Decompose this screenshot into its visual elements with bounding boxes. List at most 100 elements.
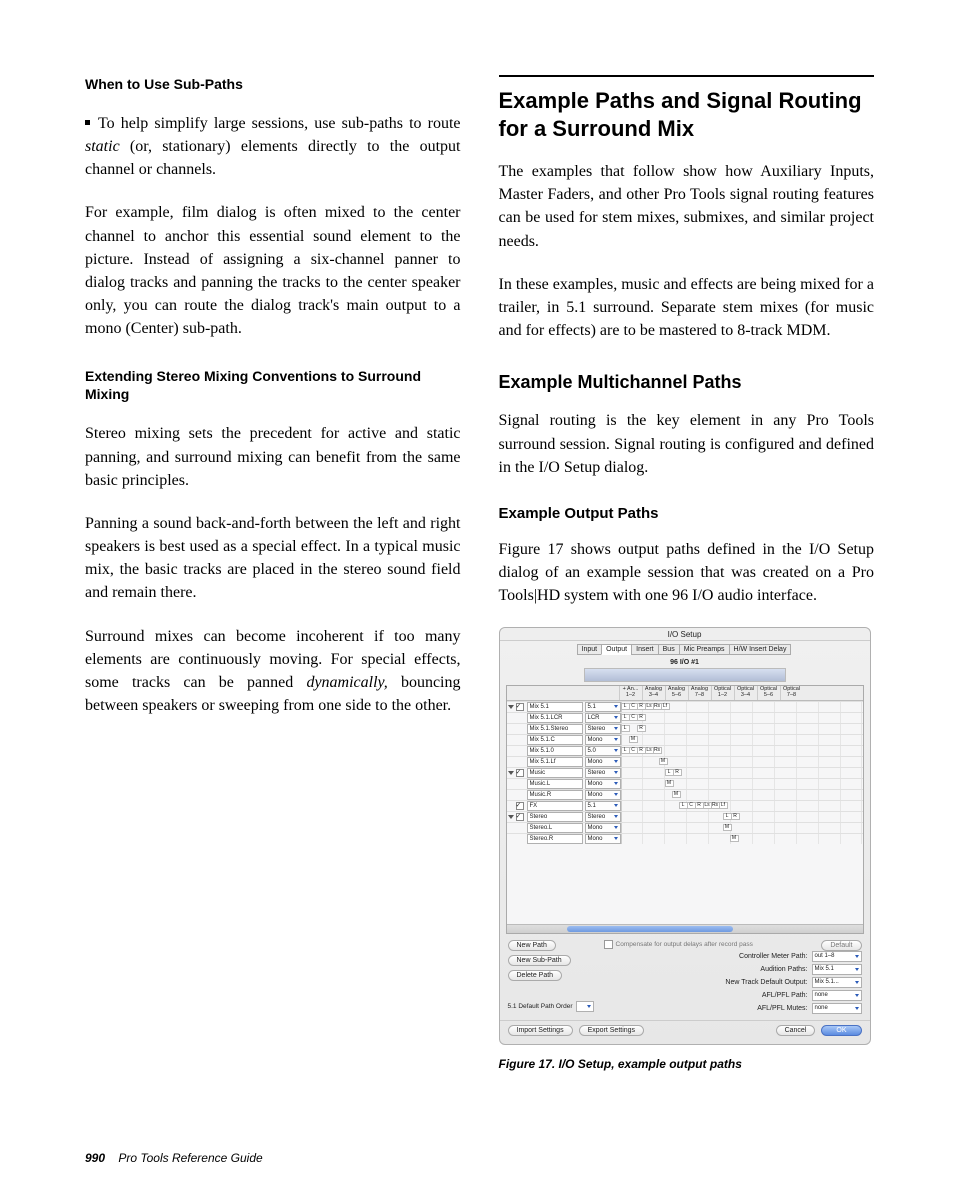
path-row[interactable]: Mix 5.1.LfMono M bbox=[507, 756, 863, 767]
options-area: New Path New Sub-Path Delete Path 5.1 Defa… bbox=[500, 934, 870, 1020]
path-row[interactable]: Music.LMono M bbox=[507, 778, 863, 789]
caret-down-icon bbox=[855, 968, 859, 971]
path-name-field[interactable]: Mix 5.1.Lf bbox=[527, 757, 583, 767]
path-name-field[interactable]: Stereo.L bbox=[527, 823, 583, 833]
path-row[interactable]: Stereo.RMono M bbox=[507, 833, 863, 844]
channel-cell[interactable]: M bbox=[672, 791, 681, 798]
cancel-button[interactable]: Cancel bbox=[776, 1025, 816, 1036]
path-name-field[interactable]: Music.R bbox=[527, 790, 583, 800]
path-name-field[interactable]: Mix 5.1.LCR bbox=[527, 713, 583, 723]
option-select[interactable]: Mix 5.1 bbox=[812, 964, 862, 975]
compensate-checkbox-row: Compensate for output delays after recor… bbox=[604, 940, 862, 949]
disclosure-triangle-icon[interactable] bbox=[508, 705, 514, 709]
path-name-field[interactable]: Music bbox=[527, 768, 583, 778]
column-header: + An...1–2 bbox=[619, 686, 642, 700]
disclosure-triangle-icon[interactable] bbox=[508, 815, 514, 819]
channel-cell[interactable]: M bbox=[723, 824, 732, 831]
channel-cell[interactable]: R bbox=[637, 714, 646, 721]
format-select[interactable]: Stereo bbox=[585, 768, 621, 778]
format-select[interactable]: LCR bbox=[585, 713, 621, 723]
format-select[interactable]: 5.1 bbox=[585, 801, 621, 811]
delete-path-button[interactable]: Delete Path bbox=[508, 970, 563, 981]
horizontal-scrollbar[interactable] bbox=[507, 924, 863, 933]
tab-input[interactable]: Input bbox=[577, 644, 603, 655]
tab-insert[interactable]: Insert bbox=[631, 644, 659, 655]
format-select[interactable]: Stereo bbox=[585, 812, 621, 822]
disclosure-triangle-icon[interactable] bbox=[508, 771, 514, 775]
path-row[interactable]: Mix 5.1.05.0LCRLsRs bbox=[507, 745, 863, 756]
default-path-order-label: 5.1 Default Path Order bbox=[508, 1003, 573, 1010]
path-row[interactable]: Mix 5.1.CMono M bbox=[507, 734, 863, 745]
format-select[interactable]: 5.0 bbox=[585, 746, 621, 756]
checkbox-icon[interactable] bbox=[516, 769, 524, 777]
new-path-button[interactable]: New Path bbox=[508, 940, 556, 951]
path-row[interactable]: Mix 5.15.1LCRLsRsLf bbox=[507, 701, 863, 712]
checkbox-icon[interactable] bbox=[516, 802, 524, 810]
path-name-field[interactable]: Stereo.R bbox=[527, 834, 583, 844]
option-select[interactable]: none bbox=[812, 1003, 862, 1014]
format-select[interactable]: 5.1 bbox=[585, 702, 621, 712]
path-name-field[interactable]: Mix 5.1.Stereo bbox=[527, 724, 583, 734]
import-settings-button[interactable]: Import Settings bbox=[508, 1025, 573, 1036]
tab-mic-preamps[interactable]: Mic Preamps bbox=[679, 644, 730, 655]
format-select[interactable]: Mono bbox=[585, 790, 621, 800]
channel-cell[interactable]: R bbox=[673, 769, 682, 776]
heading-extending-stereo: Extending Stereo Mixing Conventions to S… bbox=[85, 367, 461, 405]
channel-cell[interactable]: M bbox=[665, 780, 674, 787]
channel-cell[interactable]: M bbox=[659, 758, 668, 765]
path-name-field[interactable]: Music.L bbox=[527, 779, 583, 789]
paragraph: Signal routing is the key element in any… bbox=[499, 409, 875, 479]
left-buttons: New Path New Sub-Path Delete Path 5.1 Defa… bbox=[508, 940, 594, 1016]
option-select[interactable]: none bbox=[812, 990, 862, 1001]
scrollbar-thumb[interactable] bbox=[567, 926, 733, 932]
path-name-field[interactable]: FX bbox=[527, 801, 583, 811]
channel-cell[interactable]: R bbox=[731, 813, 740, 820]
path-name-field[interactable]: Mix 5.1 bbox=[527, 702, 583, 712]
path-row[interactable]: Mix 5.1.LCRLCRLCR bbox=[507, 712, 863, 723]
channel-cell[interactable]: Lf bbox=[719, 802, 728, 809]
paragraph: The examples that follow show how Auxili… bbox=[499, 160, 875, 253]
format-select[interactable]: Mono bbox=[585, 735, 621, 745]
tab-bus[interactable]: Bus bbox=[658, 644, 680, 655]
checkbox-icon[interactable] bbox=[604, 940, 613, 949]
channel-cell[interactable]: Rs bbox=[653, 747, 662, 754]
format-select[interactable]: Mono bbox=[585, 823, 621, 833]
heading-example-paths: Example Paths and Signal Routing for a S… bbox=[499, 87, 875, 142]
path-row[interactable]: Mix 5.1.StereoStereoLR bbox=[507, 723, 863, 734]
default-button[interactable]: Default bbox=[821, 940, 861, 951]
tab-h-w-insert-delay[interactable]: H/W Insert Delay bbox=[729, 644, 792, 655]
tab-output[interactable]: Output bbox=[601, 644, 632, 655]
option-row: AFL/PFL Path:none bbox=[604, 990, 862, 1001]
caret-down-icon bbox=[614, 815, 618, 818]
default-path-order-select[interactable] bbox=[576, 1001, 594, 1012]
channel-cell[interactable]: R bbox=[637, 725, 646, 732]
path-row[interactable]: StereoStereoLR bbox=[507, 811, 863, 822]
heading-when-to-use: When to Use Sub-Paths bbox=[85, 75, 461, 94]
option-select[interactable]: out 1–8 bbox=[812, 951, 862, 962]
channel-cell[interactable]: Lf bbox=[661, 703, 670, 710]
option-select[interactable]: Mix 5.1... bbox=[812, 977, 862, 988]
format-select[interactable]: Mono bbox=[585, 834, 621, 844]
bullet-list: To help simplify large sessions, use sub… bbox=[85, 112, 461, 182]
channel-cell[interactable]: M bbox=[629, 736, 638, 743]
column-header: Analog3–4 bbox=[642, 686, 665, 700]
checkbox-icon[interactable] bbox=[516, 703, 524, 711]
caret-down-icon bbox=[614, 837, 618, 840]
ok-button[interactable]: OK bbox=[821, 1025, 861, 1036]
path-row[interactable]: FX5.1LCRLsRsLf bbox=[507, 800, 863, 811]
path-name-field[interactable]: Mix 5.1.0 bbox=[527, 746, 583, 756]
format-select[interactable]: Stereo bbox=[585, 724, 621, 734]
channel-cell[interactable]: L bbox=[621, 725, 630, 732]
format-select[interactable]: Mono bbox=[585, 779, 621, 789]
format-select[interactable]: Mono bbox=[585, 757, 621, 767]
path-row[interactable]: MusicStereoLR bbox=[507, 767, 863, 778]
path-name-field[interactable]: Mix 5.1.C bbox=[527, 735, 583, 745]
caret-down-icon bbox=[614, 826, 618, 829]
checkbox-icon[interactable] bbox=[516, 813, 524, 821]
new-sub-path-button[interactable]: New Sub-Path bbox=[508, 955, 571, 966]
channel-cell[interactable]: M bbox=[730, 835, 739, 842]
path-name-field[interactable]: Stereo bbox=[527, 812, 583, 822]
path-row[interactable]: Stereo.LMono M bbox=[507, 822, 863, 833]
path-row[interactable]: Music.RMono M bbox=[507, 789, 863, 800]
export-settings-button[interactable]: Export Settings bbox=[579, 1025, 644, 1036]
